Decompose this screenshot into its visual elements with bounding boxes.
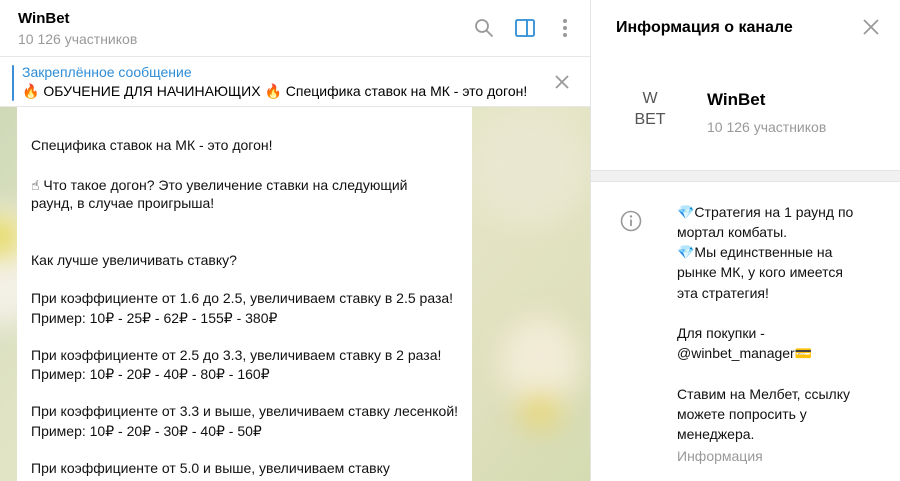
- pinned-message-bar[interactable]: Закреплённое сообщение 🔥 ОБУЧЕНИЕ ДЛЯ НА…: [0, 57, 590, 107]
- message-line: Как лучше увеличивать ставку?: [31, 252, 237, 268]
- sidebar-toggle-icon[interactable]: [513, 16, 537, 40]
- message-line: Пример: 10₽ - 20₽ - 40₽ - 80₽ - 160₽: [31, 366, 270, 382]
- chat-column: WinBet 10 126 участников Закреплённое со…: [0, 0, 590, 481]
- background-flower-right: [500, 317, 580, 407]
- avatar-logo-line: BET: [634, 111, 666, 128]
- channel-avatar[interactable]: W BET: [633, 88, 667, 130]
- channel-name: WinBet: [707, 90, 766, 109]
- pinned-text: 🔥 ОБУЧЕНИЕ ДЛЯ НАЧИНАЮЩИХ 🔥 Специфика ст…: [22, 83, 528, 99]
- message-line: ☝ Что такое догон? Это увеличение ставки…: [31, 177, 408, 193]
- message-line: Пример: 10₽ - 25₽ - 62₽ - 155₽ - 380₽: [31, 310, 278, 326]
- message-line: При коэффициенте от 1.6 до 2.5, увеличив…: [31, 290, 454, 306]
- description-line: рынке МК, у кого имеется: [677, 264, 843, 280]
- background-haze: [470, 107, 590, 227]
- message-line: При коэффициенте от 2.5 до 3.3, увеличив…: [31, 347, 442, 363]
- search-icon[interactable]: [472, 16, 496, 40]
- close-icon[interactable]: [552, 72, 572, 92]
- message-line: Специфика ставок на МК - это догон!: [31, 137, 273, 153]
- message-line: При коэффициенте от 5.0 и выше, увеличив…: [31, 460, 390, 476]
- message-line: При коэффициенте от 3.3 и выше, увеличив…: [31, 403, 459, 419]
- more-vertical-icon[interactable]: [553, 16, 577, 40]
- pinned-label: Закреплённое сообщение: [22, 64, 192, 80]
- description-link[interactable]: @winbet_manager💳: [677, 345, 812, 362]
- info-icon: [620, 210, 642, 232]
- chat-title[interactable]: WinBet: [18, 10, 70, 27]
- message-line: Пример: 10₽ - 20₽ - 30₽ - 40₽ - 50₽: [31, 423, 262, 439]
- channel-info-panel: Информация о канале W BET WinBet 10 126 …: [590, 0, 900, 481]
- description-line: 💎Мы единственные на: [677, 244, 833, 260]
- close-icon[interactable]: [862, 18, 880, 36]
- message-line: раунд, в случае проигрыша!: [31, 195, 215, 211]
- background-flower-right-center: [520, 397, 560, 427]
- description-line: Для покупки -: [677, 325, 765, 341]
- description-caption: Информация: [677, 448, 763, 464]
- pinned-accent-bar: [12, 65, 14, 101]
- message-bubble[interactable]: Специфика ставок на МК - это догон! ☝ Чт…: [17, 107, 472, 481]
- channel-member-count: 10 126 участников: [707, 119, 827, 135]
- description-line: 💎Стратегия на 1 раунд по: [677, 204, 854, 220]
- description-line: эта стратегия!: [677, 285, 769, 301]
- description-line: Ставим на Мелбет, ссылку: [677, 386, 850, 402]
- description-line: менеджера.: [677, 426, 755, 442]
- chat-member-count: 10 126 участников: [18, 31, 138, 47]
- avatar-logo-line: W: [642, 90, 658, 107]
- info-panel-title: Информация о канале: [616, 19, 793, 36]
- description-line: мортал комбаты.: [677, 224, 788, 240]
- chat-header: WinBet 10 126 участников: [0, 0, 590, 57]
- section-divider: [591, 170, 900, 182]
- description-line: можете попросить у: [677, 406, 807, 422]
